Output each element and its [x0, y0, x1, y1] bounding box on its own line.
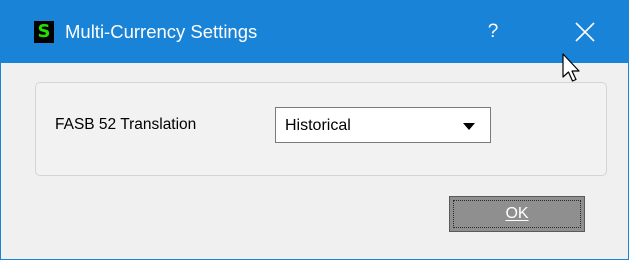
fasb-translation-value: Historical — [285, 117, 351, 134]
close-icon — [575, 22, 595, 42]
app-icon: S — [34, 21, 54, 43]
fasb-translation-label: FASB 52 Translation — [55, 116, 197, 133]
close-button[interactable] — [559, 13, 611, 51]
ok-button[interactable]: OK — [449, 196, 585, 232]
help-button[interactable]: ? — [467, 13, 519, 51]
app-icon-glyph: S — [37, 21, 51, 42]
ok-button-label: OK — [505, 205, 529, 222]
dialog-window: S Multi-Currency Settings ? FASB 52 Tran… — [0, 0, 629, 260]
window-title: Multi-Currency Settings — [65, 21, 258, 42]
chevron-down-icon — [463, 123, 475, 130]
title-bar[interactable]: S Multi-Currency Settings ? — [1, 1, 628, 63]
fasb-translation-select[interactable]: Historical — [275, 107, 491, 143]
